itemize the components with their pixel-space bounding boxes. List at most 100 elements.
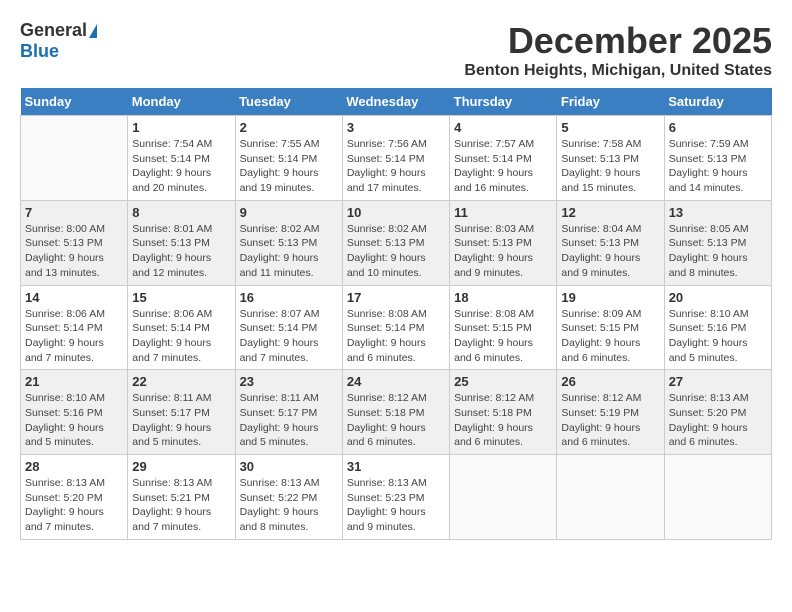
calendar-week-row: 28 Sunrise: 8:13 AM Sunset: 5:20 PM Dayli… [21, 455, 772, 540]
logo-general-text: General [20, 20, 87, 41]
calendar-cell: 6Sunrise: 7:59 AM Sunset: 5:13 PM Daylig… [664, 116, 771, 201]
day-info: Sunrise: 7:59 AM Sunset: 5:13 PM Dayligh… [669, 137, 767, 196]
day-info: Sunrise: 8:13 AM Sunset: 5:20 PM Dayligh… [25, 476, 123, 535]
calendar-cell: 27 Sunrise: 8:13 AM Sunset: 5:20 PM Dayli… [664, 370, 771, 455]
day-number: 16 [240, 290, 338, 305]
logo-icon [89, 24, 97, 38]
day-number: 29 [132, 459, 230, 474]
day-info: Sunrise: 8:11 AM Sunset: 5:17 PM Dayligh… [132, 391, 230, 450]
day-info: Sunrise: 8:13 AM Sunset: 5:22 PM Dayligh… [240, 476, 338, 535]
calendar-header-row: SundayMondayTuesdayWednesdayThursdayFrid… [21, 88, 772, 116]
day-info: Sunrise: 8:03 AM Sunset: 5:13 PM Dayligh… [454, 222, 552, 281]
calendar-cell: 14 Sunrise: 8:06 AM Sunset: 5:14 PM Dayli… [21, 285, 128, 370]
calendar-cell: 5 Sunrise: 7:58 AM Sunset: 5:13 PM Daylig… [557, 116, 664, 201]
day-number: 8 [132, 205, 230, 220]
day-info: Sunrise: 7:58 AM Sunset: 5:13 PM Dayligh… [561, 137, 659, 196]
day-number: 11 [454, 205, 552, 220]
day-info: Sunrise: 8:05 AM Sunset: 5:13 PM Dayligh… [669, 222, 767, 281]
calendar-table: SundayMondayTuesdayWednesdayThursdayFrid… [20, 88, 772, 540]
calendar-cell: 17Sunrise: 8:08 AM Sunset: 5:14 PM Dayli… [342, 285, 449, 370]
day-number: 26 [561, 374, 659, 389]
day-number: 18 [454, 290, 552, 305]
day-info: Sunrise: 7:56 AM Sunset: 5:14 PM Dayligh… [347, 137, 445, 196]
calendar-cell: 1 Sunrise: 7:54 AM Sunset: 5:14 PM Daylig… [128, 116, 235, 201]
day-number: 27 [669, 374, 767, 389]
day-info: Sunrise: 8:12 AM Sunset: 5:18 PM Dayligh… [454, 391, 552, 450]
day-number: 23 [240, 374, 338, 389]
calendar-cell: 21Sunrise: 8:10 AM Sunset: 5:16 PM Dayli… [21, 370, 128, 455]
calendar-cell: 12 Sunrise: 8:04 AM Sunset: 5:13 PM Dayli… [557, 200, 664, 285]
calendar-cell: 10Sunrise: 8:02 AM Sunset: 5:13 PM Dayli… [342, 200, 449, 285]
day-number: 15 [132, 290, 230, 305]
calendar-cell: 16 Sunrise: 8:07 AM Sunset: 5:14 PM Dayli… [235, 285, 342, 370]
day-info: Sunrise: 8:10 AM Sunset: 5:16 PM Dayligh… [25, 391, 123, 450]
day-number: 13 [669, 205, 767, 220]
calendar-cell: 8 Sunrise: 8:01 AM Sunset: 5:13 PM Daylig… [128, 200, 235, 285]
day-number: 12 [561, 205, 659, 220]
day-info: Sunrise: 8:01 AM Sunset: 5:13 PM Dayligh… [132, 222, 230, 281]
calendar-header-wednesday: Wednesday [342, 88, 449, 116]
day-info: Sunrise: 8:12 AM Sunset: 5:19 PM Dayligh… [561, 391, 659, 450]
day-number: 20 [669, 290, 767, 305]
calendar-cell: 22Sunrise: 8:11 AM Sunset: 5:17 PM Dayli… [128, 370, 235, 455]
day-number: 4 [454, 120, 552, 135]
day-number: 25 [454, 374, 552, 389]
calendar-week-row: 21Sunrise: 8:10 AM Sunset: 5:16 PM Dayli… [21, 370, 772, 455]
day-number: 10 [347, 205, 445, 220]
calendar-cell: 3Sunrise: 7:56 AM Sunset: 5:14 PM Daylig… [342, 116, 449, 201]
day-info: Sunrise: 8:08 AM Sunset: 5:15 PM Dayligh… [454, 307, 552, 366]
day-info: Sunrise: 8:09 AM Sunset: 5:15 PM Dayligh… [561, 307, 659, 366]
calendar-cell: 24Sunrise: 8:12 AM Sunset: 5:18 PM Dayli… [342, 370, 449, 455]
calendar-cell: 11 Sunrise: 8:03 AM Sunset: 5:13 PM Dayli… [450, 200, 557, 285]
calendar-cell: 29 Sunrise: 8:13 AM Sunset: 5:21 PM Dayli… [128, 455, 235, 540]
calendar-cell: 18 Sunrise: 8:08 AM Sunset: 5:15 PM Dayli… [450, 285, 557, 370]
day-info: Sunrise: 8:13 AM Sunset: 5:20 PM Dayligh… [669, 391, 767, 450]
calendar-week-row: 14 Sunrise: 8:06 AM Sunset: 5:14 PM Dayli… [21, 285, 772, 370]
day-number: 28 [25, 459, 123, 474]
day-info: Sunrise: 7:55 AM Sunset: 5:14 PM Dayligh… [240, 137, 338, 196]
calendar-cell [450, 455, 557, 540]
day-info: Sunrise: 8:10 AM Sunset: 5:16 PM Dayligh… [669, 307, 767, 366]
day-number: 19 [561, 290, 659, 305]
day-info: Sunrise: 7:54 AM Sunset: 5:14 PM Dayligh… [132, 137, 230, 196]
calendar-week-row: 1 Sunrise: 7:54 AM Sunset: 5:14 PM Daylig… [21, 116, 772, 201]
calendar-cell: 30 Sunrise: 8:13 AM Sunset: 5:22 PM Dayli… [235, 455, 342, 540]
calendar-week-row: 7Sunrise: 8:00 AM Sunset: 5:13 PM Daylig… [21, 200, 772, 285]
page-header: General Blue December 2025 Benton Height… [20, 20, 772, 80]
logo: General Blue [20, 20, 97, 62]
calendar-cell: 7Sunrise: 8:00 AM Sunset: 5:13 PM Daylig… [21, 200, 128, 285]
day-number: 1 [132, 120, 230, 135]
calendar-cell: 25 Sunrise: 8:12 AM Sunset: 5:18 PM Dayli… [450, 370, 557, 455]
calendar-header-saturday: Saturday [664, 88, 771, 116]
month-title: December 2025 [464, 20, 772, 62]
calendar-cell [664, 455, 771, 540]
calendar-cell: 20 Sunrise: 8:10 AM Sunset: 5:16 PM Dayli… [664, 285, 771, 370]
calendar-cell: 19 Sunrise: 8:09 AM Sunset: 5:15 PM Dayli… [557, 285, 664, 370]
calendar-header-tuesday: Tuesday [235, 88, 342, 116]
day-number: 31 [347, 459, 445, 474]
day-info: Sunrise: 8:13 AM Sunset: 5:21 PM Dayligh… [132, 476, 230, 535]
calendar-cell: 13 Sunrise: 8:05 AM Sunset: 5:13 PM Dayli… [664, 200, 771, 285]
day-info: Sunrise: 8:06 AM Sunset: 5:14 PM Dayligh… [25, 307, 123, 366]
calendar-header-thursday: Thursday [450, 88, 557, 116]
day-info: Sunrise: 8:07 AM Sunset: 5:14 PM Dayligh… [240, 307, 338, 366]
calendar-cell: 2Sunrise: 7:55 AM Sunset: 5:14 PM Daylig… [235, 116, 342, 201]
calendar-header-sunday: Sunday [21, 88, 128, 116]
logo-blue-text: Blue [20, 41, 59, 62]
day-number: 30 [240, 459, 338, 474]
day-info: Sunrise: 8:00 AM Sunset: 5:13 PM Dayligh… [25, 222, 123, 281]
day-number: 17 [347, 290, 445, 305]
calendar-header-monday: Monday [128, 88, 235, 116]
day-info: Sunrise: 7:57 AM Sunset: 5:14 PM Dayligh… [454, 137, 552, 196]
day-number: 14 [25, 290, 123, 305]
title-section: December 2025 Benton Heights, Michigan, … [464, 20, 772, 80]
day-number: 24 [347, 374, 445, 389]
day-info: Sunrise: 8:02 AM Sunset: 5:13 PM Dayligh… [240, 222, 338, 281]
day-info: Sunrise: 8:04 AM Sunset: 5:13 PM Dayligh… [561, 222, 659, 281]
calendar-cell: 9Sunrise: 8:02 AM Sunset: 5:13 PM Daylig… [235, 200, 342, 285]
calendar-cell [557, 455, 664, 540]
calendar-cell: 28 Sunrise: 8:13 AM Sunset: 5:20 PM Dayli… [21, 455, 128, 540]
calendar-header-friday: Friday [557, 88, 664, 116]
day-number: 5 [561, 120, 659, 135]
calendar-cell: 31Sunrise: 8:13 AM Sunset: 5:23 PM Dayli… [342, 455, 449, 540]
